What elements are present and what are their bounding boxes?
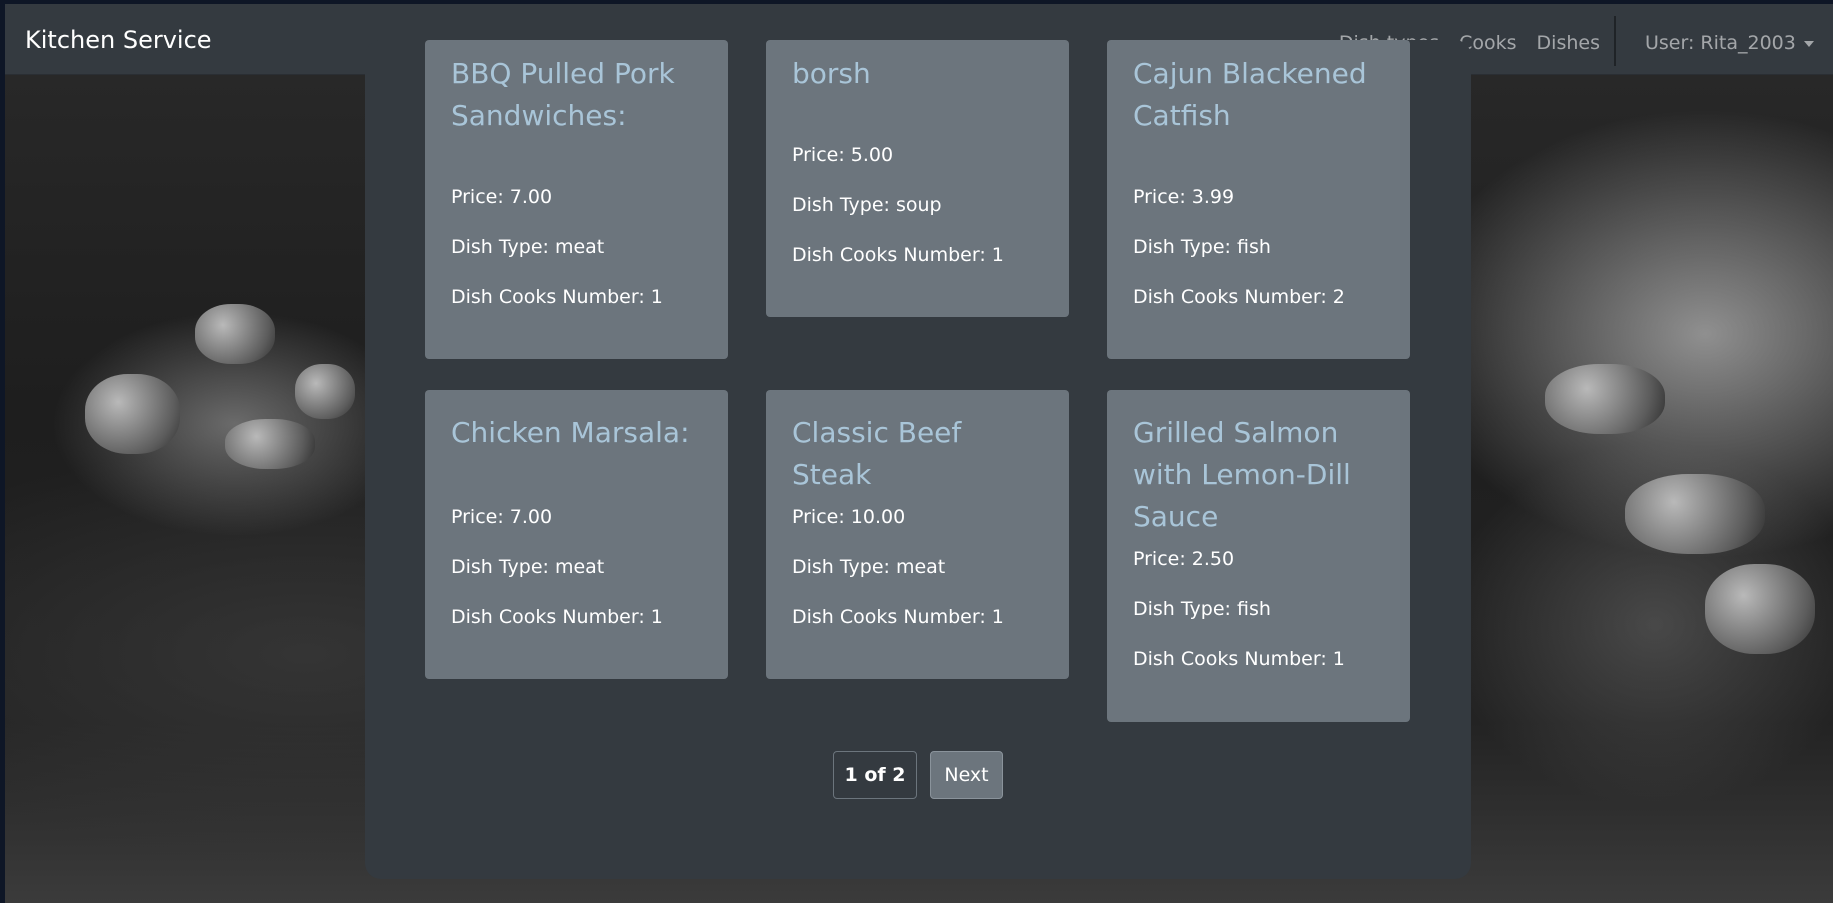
dish-price: Price: 10.00 bbox=[792, 506, 906, 528]
dish-name-link[interactable]: BBQ Pulled Pork Sandwiches: bbox=[451, 53, 701, 137]
dish-name-link[interactable]: Grilled Salmon with Lemon-Dill Sauce bbox=[1133, 412, 1393, 538]
brand-link[interactable]: Kitchen Service bbox=[25, 26, 212, 54]
next-page-button[interactable]: Next bbox=[930, 751, 1003, 799]
dish-type: Dish Type: fish bbox=[1133, 598, 1271, 620]
user-dropdown[interactable]: User: Rita_2003 bbox=[1645, 32, 1814, 54]
food-piece bbox=[295, 364, 355, 419]
dish-cooks-number: Dish Cooks Number: 1 bbox=[451, 606, 663, 628]
dish-price: Price: 5.00 bbox=[792, 144, 894, 166]
dish-card: Cajun Blackened Catfish Price: 3.99 Dish… bbox=[1107, 40, 1410, 359]
dish-price: Price: 7.00 bbox=[451, 186, 553, 208]
dish-list-panel: BBQ Pulled Pork Sandwiches: Price: 7.00 … bbox=[365, 40, 1471, 879]
food-piece bbox=[1545, 364, 1665, 434]
food-piece bbox=[225, 419, 315, 469]
dish-card: Grilled Salmon with Lemon-Dill Sauce Pri… bbox=[1107, 390, 1410, 722]
dish-card: BBQ Pulled Pork Sandwiches: Price: 7.00 … bbox=[425, 40, 728, 359]
dish-type: Dish Type: meat bbox=[451, 236, 605, 258]
dish-card: Chicken Marsala: Price: 7.00 Dish Type: … bbox=[425, 390, 728, 679]
food-piece bbox=[1625, 474, 1765, 554]
user-label: User: Rita_2003 bbox=[1645, 32, 1796, 54]
dish-name-link[interactable]: borsh bbox=[792, 53, 1042, 95]
food-piece bbox=[85, 374, 180, 454]
pagination: 1 of 2 Next bbox=[833, 751, 1003, 799]
dish-price: Price: 3.99 bbox=[1133, 186, 1235, 208]
food-piece bbox=[195, 304, 275, 364]
dish-type: Dish Type: meat bbox=[451, 556, 605, 578]
dish-cooks-number: Dish Cooks Number: 1 bbox=[792, 244, 1004, 266]
dish-name-link[interactable]: Chicken Marsala: bbox=[451, 412, 701, 454]
dish-cooks-number: Dish Cooks Number: 2 bbox=[1133, 286, 1345, 308]
nav-link-dishes[interactable]: Dishes bbox=[1537, 32, 1600, 54]
dish-name-link[interactable]: Classic Beef Steak bbox=[792, 412, 1042, 496]
dish-cooks-number: Dish Cooks Number: 1 bbox=[451, 286, 663, 308]
dish-card: Classic Beef Steak Price: 10.00 Dish Typ… bbox=[766, 390, 1069, 679]
dish-price: Price: 2.50 bbox=[1133, 548, 1235, 570]
dish-type: Dish Type: fish bbox=[1133, 236, 1271, 258]
nav-divider bbox=[1614, 16, 1616, 66]
dish-cooks-number: Dish Cooks Number: 1 bbox=[792, 606, 1004, 628]
chevron-down-icon bbox=[1803, 40, 1814, 47]
food-piece bbox=[1705, 564, 1815, 654]
dish-cooks-number: Dish Cooks Number: 1 bbox=[1133, 648, 1345, 670]
dish-name-link[interactable]: Cajun Blackened Catfish bbox=[1133, 53, 1383, 137]
page-indicator: 1 of 2 bbox=[833, 751, 917, 799]
dish-price: Price: 7.00 bbox=[451, 506, 553, 528]
dish-type: Dish Type: soup bbox=[792, 194, 942, 216]
dish-card: borsh Price: 5.00 Dish Type: soup Dish C… bbox=[766, 40, 1069, 317]
dish-type: Dish Type: meat bbox=[792, 556, 946, 578]
